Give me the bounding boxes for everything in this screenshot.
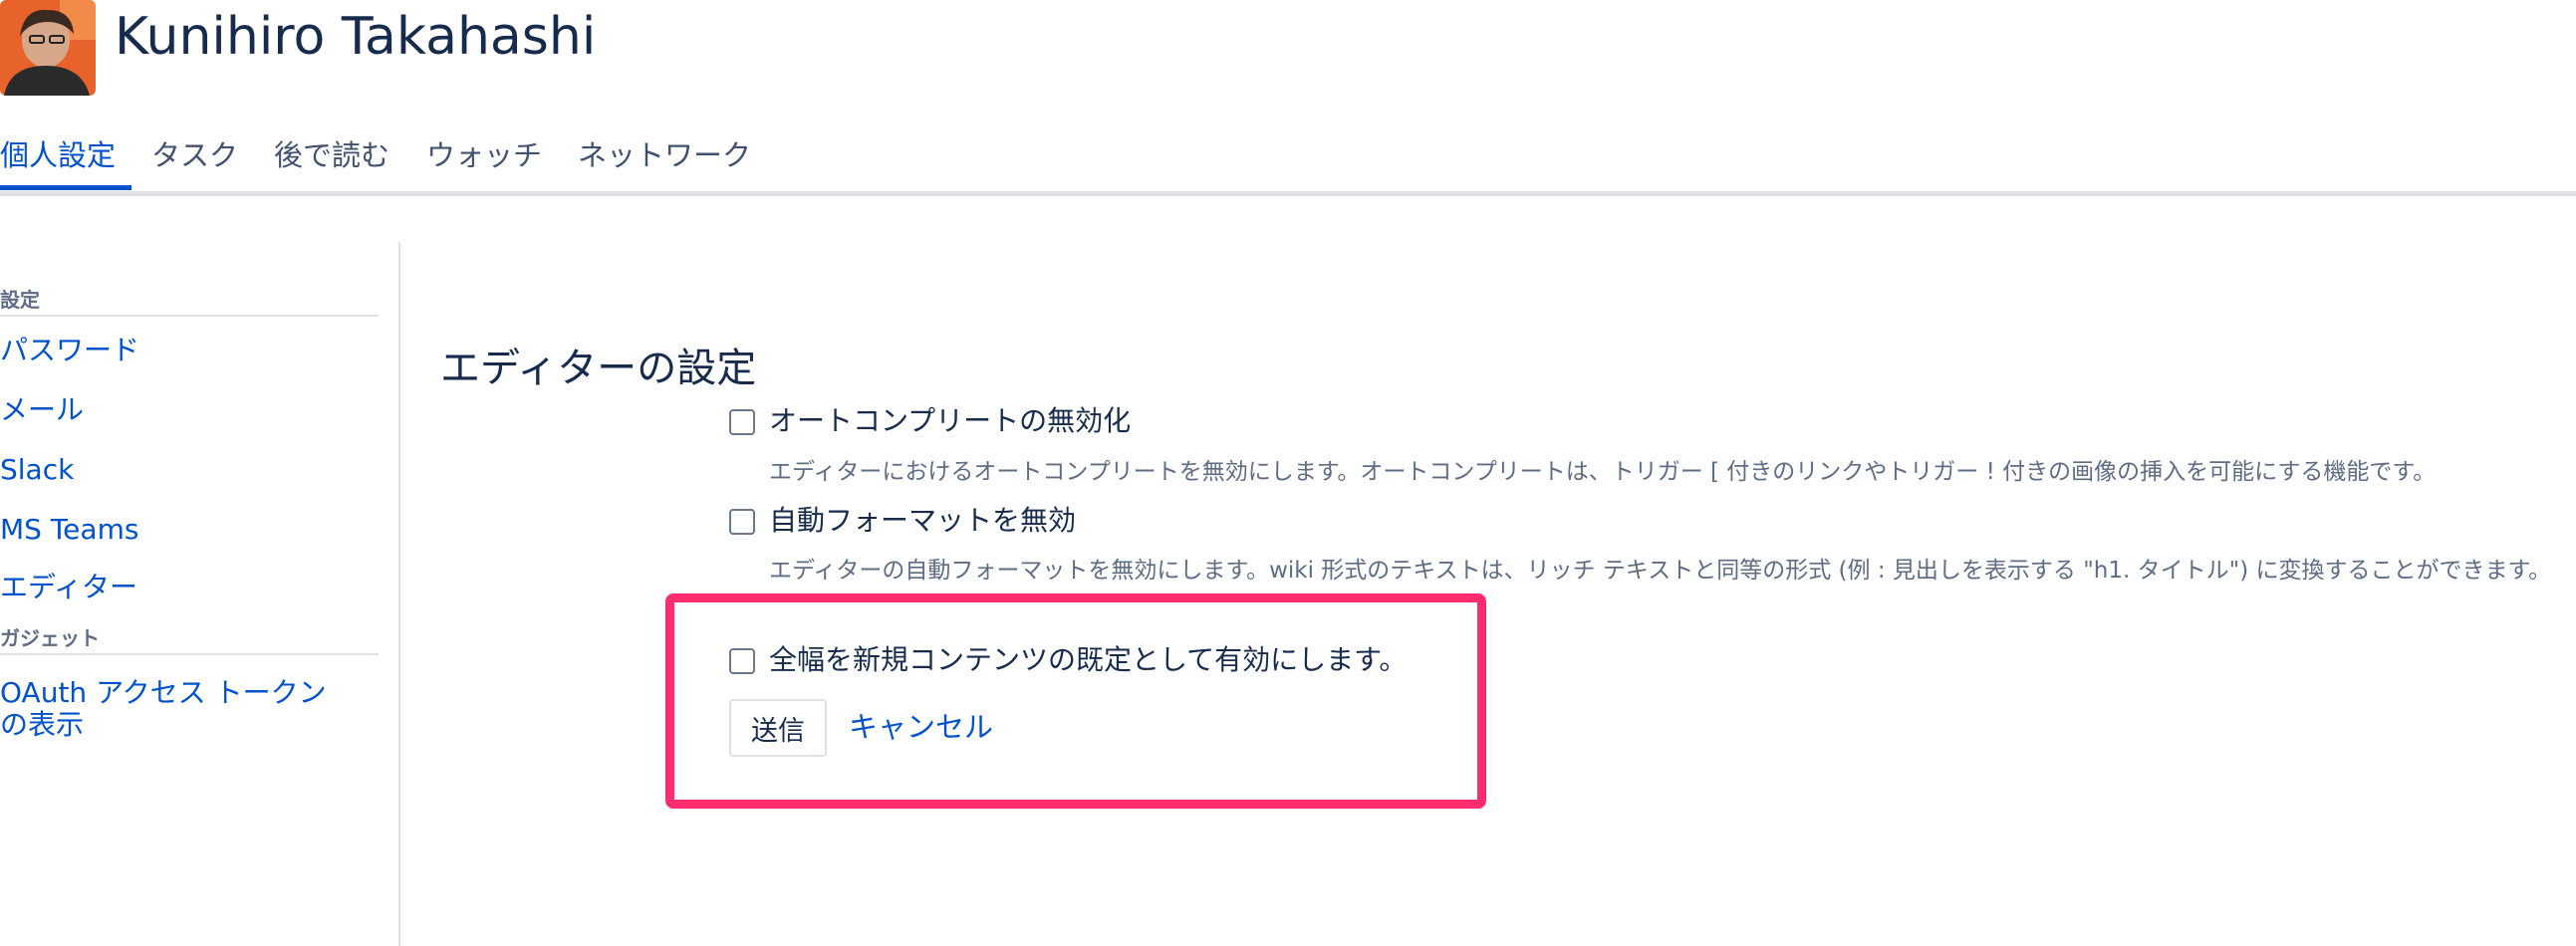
disable-autoformat-label[interactable]: 自動フォーマットを無効 bbox=[769, 501, 1076, 541]
sidebar-item-slack[interactable]: Slack bbox=[0, 454, 359, 486]
disable-autocomplete-description: エディターにおけるオートコンプリートを無効にします。オートコンプリートは、トリガ… bbox=[769, 459, 2437, 485]
active-tab-indicator bbox=[0, 185, 131, 190]
cancel-link[interactable]: キャンセル bbox=[849, 707, 993, 747]
disable-autocomplete-label[interactable]: オートコンプリートの無効化 bbox=[769, 401, 1131, 441]
submit-button[interactable]: 送信 bbox=[729, 699, 827, 757]
disable-autocomplete-checkbox[interactable] bbox=[729, 409, 755, 435]
tab-network[interactable]: ネットワーク bbox=[578, 127, 751, 183]
sidebar-item-oauth-tokens[interactable]: OAuth アクセス トークンの表示 bbox=[0, 677, 349, 741]
page-title: エディターの設定 bbox=[440, 346, 757, 391]
disable-autoformat-checkbox[interactable] bbox=[729, 509, 755, 535]
sidebar-item-password[interactable]: パスワード bbox=[0, 335, 359, 366]
tab-tasks[interactable]: タスク bbox=[151, 127, 238, 183]
full-width-default-label[interactable]: 全幅を新規コンテンツの既定として有効にします。 bbox=[769, 640, 1407, 680]
tab-read-later[interactable]: 後で読む bbox=[274, 127, 389, 183]
sidebar-item-ms-teams[interactable]: MS Teams bbox=[0, 514, 359, 546]
sidebar-divider bbox=[398, 242, 400, 946]
avatar-image bbox=[0, 0, 96, 96]
tab-bar: 個人設定 タスク 後で読む ウォッチ ネットワーク bbox=[0, 119, 2576, 196]
sidebar-heading-gadgets: ガジェット bbox=[0, 623, 379, 655]
sidebar-heading-settings: 設定 bbox=[0, 285, 379, 317]
page: Kunihiro Takahashi 個人設定 タスク 後で読む ウォッチ ネッ… bbox=[0, 0, 2576, 946]
full-width-default-checkbox[interactable] bbox=[729, 648, 755, 674]
avatar[interactable] bbox=[0, 0, 96, 96]
tab-watch[interactable]: ウォッチ bbox=[426, 127, 542, 183]
sidebar-item-email[interactable]: メール bbox=[0, 394, 359, 426]
tab-personal-settings[interactable]: 個人設定 bbox=[0, 127, 116, 183]
disable-autoformat-description: エディターの自動フォーマットを無効にします。wiki 形式のテキストは、リッチ … bbox=[769, 558, 2552, 584]
sidebar-item-editor[interactable]: エディター bbox=[0, 572, 359, 603]
profile-name: Kunihiro Takahashi bbox=[115, 7, 597, 67]
